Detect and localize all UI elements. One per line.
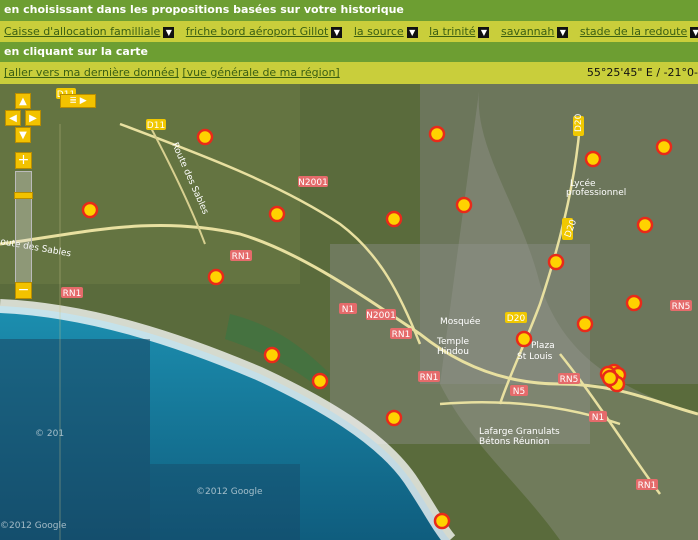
svg-text:RN1: RN1 <box>232 252 251 262</box>
copyright-label: ©2012 Google <box>196 487 263 497</box>
observation-marker[interactable] <box>268 205 286 223</box>
place-label: professionnel <box>566 188 626 198</box>
copyright-label: ©2012 Google <box>0 521 67 531</box>
svg-text:N2001: N2001 <box>366 311 396 321</box>
observation-marker[interactable] <box>636 216 654 234</box>
coordinates-readout: 55°25'45" E / -21°0- <box>586 66 698 79</box>
observation-marker[interactable] <box>601 369 619 387</box>
observation-marker[interactable] <box>655 138 673 156</box>
road-label: D20 <box>505 312 527 324</box>
pan-up-button[interactable]: ▲ <box>15 93 31 109</box>
place-label: Temple <box>436 337 469 347</box>
dark-sea-patch <box>0 339 150 540</box>
history-label[interactable]: Caisse d'allocation familliale <box>4 25 160 38</box>
observation-marker[interactable] <box>433 512 451 530</box>
copyright-label: © 201 <box>35 429 64 439</box>
history-item-caf[interactable]: Caisse d'allocation familliale ▼ <box>4 21 175 42</box>
place-label: Bétons Réunion <box>479 436 550 447</box>
svg-text:N1: N1 <box>592 413 604 423</box>
dropdown-icon[interactable]: ▼ <box>557 26 569 38</box>
observation-marker[interactable] <box>428 125 446 143</box>
svg-text:RN1: RN1 <box>392 330 411 340</box>
layers-icon[interactable]: ≣ ▶ <box>60 94 96 108</box>
zoom-in-button[interactable]: + <box>15 152 32 169</box>
observation-marker[interactable] <box>207 268 225 286</box>
road-label: RN1 <box>636 479 658 491</box>
road-label: RN1 <box>230 250 252 262</box>
svg-text:RN5: RN5 <box>672 302 691 312</box>
pan-left-button[interactable]: ◀ <box>5 110 21 126</box>
history-label[interactable]: la trinité <box>429 25 475 38</box>
observation-marker[interactable] <box>385 409 403 427</box>
svg-text:RN1: RN1 <box>63 289 82 299</box>
observation-marker[interactable] <box>547 253 565 271</box>
pan-down-button[interactable]: ▼ <box>15 127 31 143</box>
history-item-source[interactable]: la source ▼ <box>354 21 418 42</box>
road-label: D11 <box>146 119 166 131</box>
observation-marker[interactable] <box>385 210 403 228</box>
svg-text:RN5: RN5 <box>560 375 579 385</box>
road-label: RN1 <box>390 328 412 340</box>
observation-marker[interactable] <box>576 315 594 333</box>
road-label: D20 <box>573 113 584 136</box>
dark-sea-patch-2 <box>150 464 300 540</box>
history-item-savannah[interactable]: savannah ▼ <box>501 21 569 42</box>
historique-header: en choisissant dans les propositions bas… <box>0 0 698 21</box>
svg-text:D20: D20 <box>574 113 584 132</box>
link-bar: [aller vers ma dernière donnée] [vue gén… <box>0 62 698 84</box>
road-label: N2001 <box>298 176 328 188</box>
road-label: N1 <box>589 411 607 423</box>
place-label: Hindou <box>437 347 469 357</box>
history-item-trinite[interactable]: la trinité ▼ <box>429 21 490 42</box>
history-label[interactable]: savannah <box>501 25 554 38</box>
history-label[interactable]: stade de la redoute <box>580 25 687 38</box>
observation-marker[interactable] <box>311 372 329 390</box>
place-label: St Louis <box>517 352 553 362</box>
pan-right-button[interactable]: ▶ <box>25 110 41 126</box>
svg-text:N2001: N2001 <box>298 178 328 188</box>
road-label: N2001 <box>366 309 396 321</box>
svg-text:D11: D11 <box>147 121 165 131</box>
road-label: N5 <box>510 385 528 397</box>
road-label: N1 <box>339 303 357 315</box>
svg-text:N5: N5 <box>513 387 525 397</box>
dropdown-icon[interactable]: ▼ <box>478 26 490 38</box>
observation-marker[interactable] <box>81 201 99 219</box>
map-canvas[interactable]: D11 D11 N2001 RN1 RN1 N1 N2001 RN1 N1 D2… <box>0 84 698 540</box>
zoom-slider-track[interactable] <box>15 171 32 283</box>
observation-marker[interactable] <box>196 128 214 146</box>
map-links: [aller vers ma dernière donnée] [vue gén… <box>4 62 340 84</box>
observation-marker[interactable] <box>263 346 281 364</box>
carte-header: en cliquant sur la carte <box>0 42 698 62</box>
zoom-out-button[interactable]: − <box>15 282 32 299</box>
place-label: Plaza <box>531 341 555 351</box>
observation-marker[interactable] <box>455 196 473 214</box>
history-label[interactable]: friche bord aéroport Gillot <box>186 25 329 38</box>
dropdown-icon[interactable]: ▼ <box>163 26 175 38</box>
svg-text:N1: N1 <box>342 305 354 315</box>
region-view-link[interactable]: [vue générale de ma région] <box>182 66 339 79</box>
dropdown-icon[interactable]: ▼ <box>690 26 698 38</box>
svg-text:RN1: RN1 <box>420 373 439 383</box>
satellite-map[interactable]: D11 D11 N2001 RN1 RN1 N1 N2001 RN1 N1 D2… <box>0 84 698 540</box>
observation-marker[interactable] <box>515 330 533 348</box>
history-item-friche[interactable]: friche bord aéroport Gillot ▼ <box>186 21 343 42</box>
history-label[interactable]: la source <box>354 25 404 38</box>
place-label: Lafarge Granulats <box>479 427 560 437</box>
svg-text:RN1: RN1 <box>638 481 657 491</box>
road-label: RN5 <box>670 300 692 312</box>
observation-marker[interactable] <box>625 294 643 312</box>
last-data-link[interactable]: [aller vers ma dernière donnée] <box>4 66 179 79</box>
history-bar: Caisse d'allocation familliale ▼ friche b… <box>0 21 698 42</box>
svg-text:D20: D20 <box>507 314 526 324</box>
road-label: RN1 <box>61 287 83 299</box>
road-label: RN1 <box>418 371 440 383</box>
road-label: RN5 <box>558 373 580 385</box>
zoom-slider-handle[interactable] <box>14 192 33 199</box>
observation-marker[interactable] <box>584 150 602 168</box>
dropdown-icon[interactable]: ▼ <box>406 26 418 38</box>
history-item-redoute[interactable]: stade de la redoute ▼ <box>580 21 698 42</box>
place-label: Mosquée <box>440 316 481 327</box>
dropdown-icon[interactable]: ▼ <box>331 26 343 38</box>
